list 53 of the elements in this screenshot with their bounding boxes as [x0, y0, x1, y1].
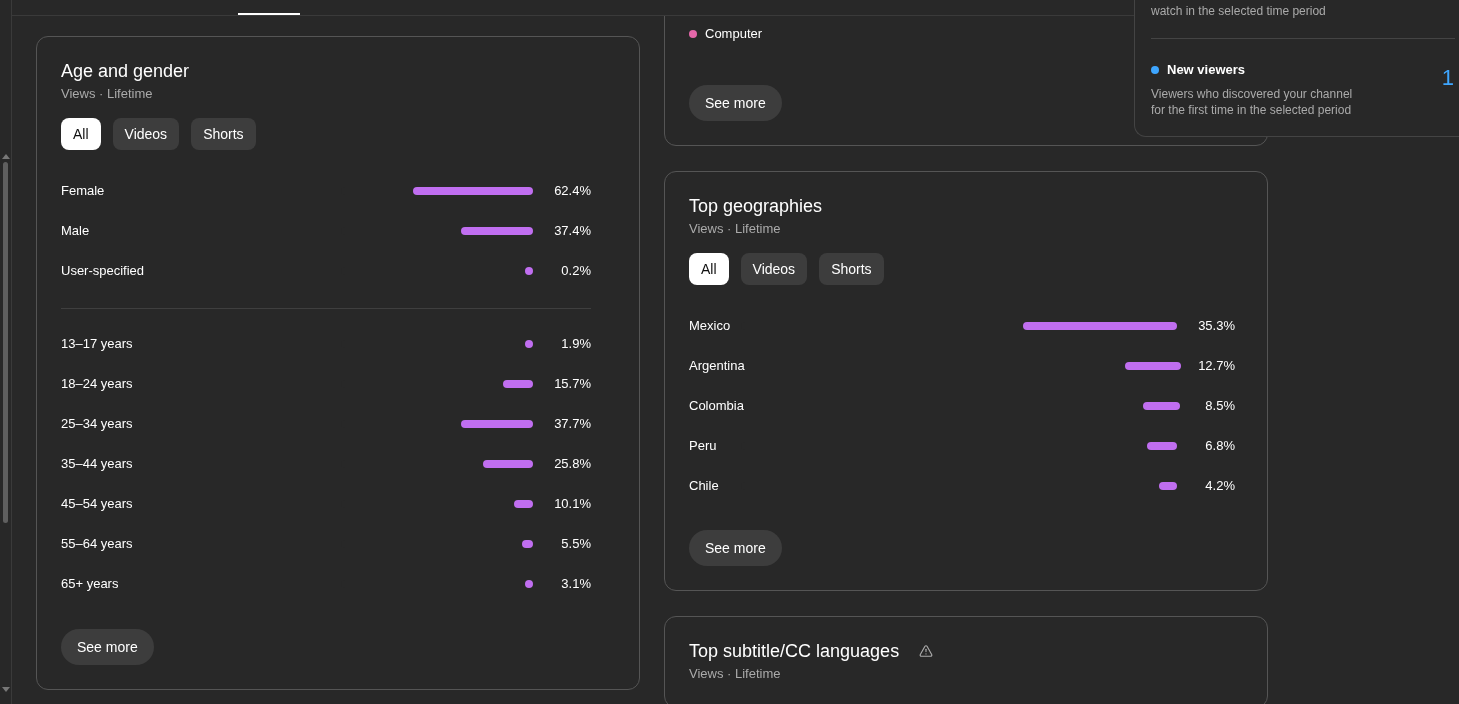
legend-label: Computer [705, 25, 763, 44]
row-label: Male [61, 222, 91, 241]
percent-value: 1.9% [560, 335, 591, 354]
percent-value: 3.1% [560, 575, 591, 594]
row-label: User-specified [61, 262, 146, 281]
percent-value: 5.5% [560, 535, 591, 554]
filter-chip[interactable]: All [689, 253, 729, 285]
percent-value: 37.4% [553, 222, 591, 241]
percent-value: 62.4% [553, 182, 591, 201]
row-label: 35–44 years [61, 455, 134, 474]
filter-chip[interactable]: Shorts [819, 253, 884, 285]
row-label: 25–34 years [61, 415, 134, 434]
see-more-button[interactable]: See more [689, 85, 782, 121]
metric-description: watch in the selected time period [1151, 3, 1326, 19]
selected-tab-underline [238, 13, 300, 15]
card-subtitle: Views · Lifetime [689, 220, 781, 238]
percent-value: 10.1% [553, 495, 591, 514]
filter-chip[interactable]: Videos [740, 253, 808, 285]
percent-value: 6.8% [1204, 437, 1235, 456]
filter-chip[interactable]: All [61, 118, 101, 150]
row-label: 18–24 years [61, 375, 134, 394]
row-label: 55–64 years [61, 535, 134, 554]
percent-value: 37.7% [553, 415, 591, 434]
card-title: Top subtitle/CC languages [689, 640, 900, 662]
warning-icon [919, 644, 934, 658]
metric-value: 1 [1441, 64, 1454, 92]
row-label: Female [61, 182, 106, 201]
metric-title: New viewers [1167, 61, 1246, 79]
metric-description: Viewers who discovered your channel for the first time in the selected period [1151, 85, 1353, 118]
row-label: 65+ years [61, 575, 120, 594]
see-more-button[interactable]: See more [689, 530, 782, 566]
row-label: Argentina [689, 357, 745, 376]
row-label: Colombia [689, 397, 744, 416]
card-subtitle: Views · Lifetime [61, 85, 153, 103]
percent-value: 15.7% [553, 375, 591, 394]
row-label: 45–54 years [61, 495, 134, 514]
card-subtitle: Views · Lifetime [689, 665, 781, 683]
filter-chip[interactable]: Videos [112, 118, 180, 150]
filter-chip[interactable]: Shorts [191, 118, 256, 150]
row-label: Chile [689, 477, 720, 496]
row-label: Peru [689, 437, 718, 456]
card-title: Top geographies [689, 195, 823, 217]
percent-value: 35.3% [1197, 317, 1235, 336]
card-title: Age and gender [61, 60, 190, 82]
see-more-button[interactable]: See more [61, 629, 154, 665]
percent-value: 4.2% [1204, 477, 1235, 496]
scrollbar[interactable] [0, 0, 12, 704]
row-label: 13–17 years [61, 335, 134, 354]
percent-value: 25.8% [553, 455, 591, 474]
percent-value: 0.2% [560, 262, 591, 281]
percent-value: 8.5% [1204, 397, 1235, 416]
row-label: Mexico [689, 317, 732, 336]
percent-value: 12.7% [1197, 357, 1235, 376]
